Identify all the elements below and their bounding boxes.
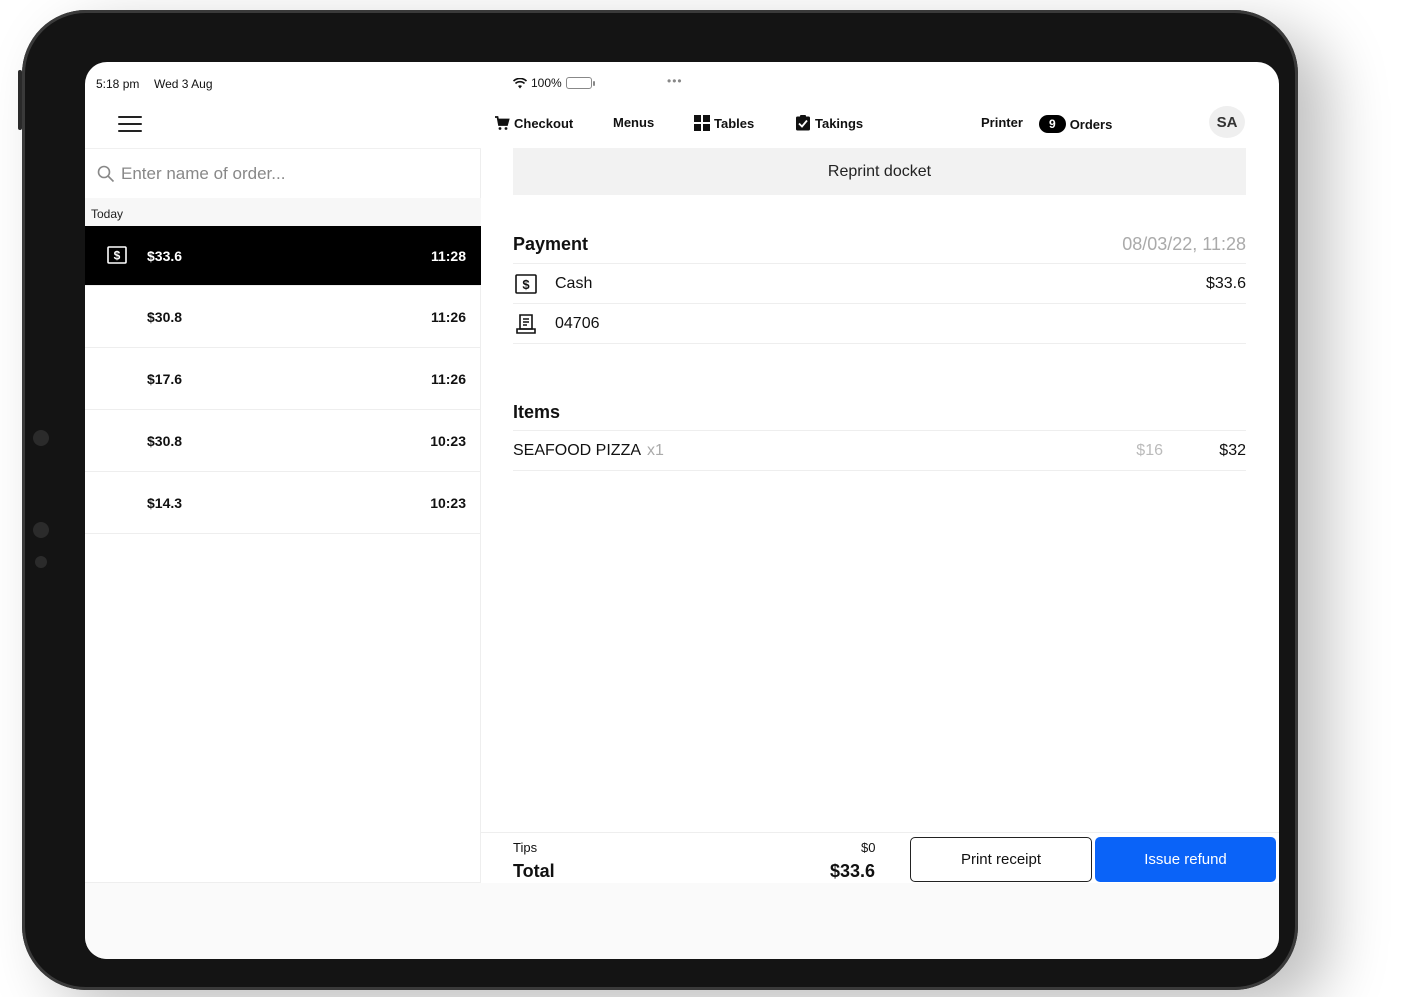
issue-refund-button[interactable]: Issue refund: [1095, 837, 1276, 882]
nav-checkout-label: Checkout: [514, 115, 574, 131]
total-label: Total: [513, 861, 555, 881]
wifi-icon: [513, 77, 527, 88]
print-receipt-button[interactable]: Print receipt: [910, 837, 1092, 882]
nav-takings[interactable]: Takings: [795, 115, 863, 131]
order-row[interactable]: $30.8 11:26: [85, 286, 481, 348]
item-name: SEAFOOD PIZZA: [513, 441, 642, 459]
receipt-number: 04706: [555, 314, 600, 332]
screen: 5:18 pm Wed 3 Aug ••• 100% Checkout Menu…: [85, 62, 1279, 959]
order-amount: $30.8: [147, 432, 183, 449]
receipt-icon: [516, 313, 536, 334]
receipt-number-row: 04706: [513, 303, 1246, 343]
nav-printer-label: Printer: [981, 115, 1023, 130]
sensor-dot: [33, 522, 49, 538]
nav-checkout[interactable]: Checkout: [494, 115, 573, 131]
orders-list: $ $33.6 11:28 $30.8 11:26 $17.6 11:26 $3…: [85, 226, 481, 534]
item-total: $32: [1219, 441, 1246, 459]
status-date: Wed 3 Aug: [154, 77, 213, 91]
item-qty: x1: [647, 441, 664, 459]
order-time: 10:23: [430, 432, 466, 449]
sensor-dot: [35, 556, 47, 568]
order-amount: $30.8: [147, 308, 183, 325]
order-row[interactable]: $ $33.6 11:28: [85, 226, 481, 286]
top-nav: Checkout Menus Tables Takings Printer 9 …: [85, 106, 1279, 148]
orders-count-badge: 9: [1039, 115, 1066, 133]
payment-title: Payment: [513, 234, 589, 254]
search-icon: [97, 165, 115, 182]
nav-orders-label: Orders: [1069, 116, 1113, 132]
cash-icon: $: [515, 273, 537, 294]
svg-text:$: $: [522, 277, 530, 292]
tips-value: $0: [861, 840, 876, 855]
nav-tables-label: Tables: [714, 115, 755, 131]
total-value: $33.6: [830, 861, 876, 881]
clipboard-check-icon: [796, 115, 810, 131]
payment-datetime: 08/03/22, 11:28: [1122, 234, 1246, 254]
nav-orders[interactable]: 9 Orders: [1039, 115, 1112, 133]
items-title: Items: [513, 402, 561, 422]
nav-tables[interactable]: Tables: [694, 115, 754, 131]
search-field[interactable]: Enter name of order...: [85, 148, 481, 198]
order-time: 11:28: [430, 247, 466, 264]
section-label-today: Today: [85, 198, 481, 226]
order-time: 11:26: [430, 370, 466, 387]
order-row[interactable]: $30.8 10:23: [85, 410, 481, 472]
status-bar: 5:18 pm Wed 3 Aug ••• 100%: [85, 62, 1279, 106]
camera-dot: [33, 430, 49, 446]
avatar[interactable]: SA: [1209, 106, 1245, 138]
order-amount: $14.3: [147, 494, 183, 511]
hamburger-menu-icon[interactable]: [118, 113, 142, 133]
cart-icon: [495, 116, 510, 130]
order-row[interactable]: $17.6 11:26: [85, 348, 481, 410]
order-time: 11:26: [430, 308, 466, 325]
order-amount: $17.6: [147, 370, 183, 387]
order-amount: $33.6: [147, 247, 183, 264]
svg-text:$: $: [114, 249, 121, 263]
bottom-area: [85, 883, 1279, 959]
payment-method-row: $ Cash $33.6: [513, 263, 1246, 303]
order-row[interactable]: $14.3 10:23: [85, 472, 481, 534]
nav-menus-label: Menus: [613, 115, 655, 130]
reprint-docket-button[interactable]: Reprint docket: [513, 148, 1246, 195]
payment-amount: $33.6: [1205, 274, 1246, 292]
nav-takings-label: Takings: [815, 115, 864, 131]
status-time: 5:18 pm: [96, 77, 140, 91]
divider: [513, 470, 1246, 471]
grid-icon: [694, 115, 710, 131]
tablet-frame: 5:18 pm Wed 3 Aug ••• 100% Checkout Menu…: [18, 10, 1298, 990]
order-time: 10:23: [430, 494, 466, 511]
battery-charging-icon: [565, 77, 595, 89]
payment-method: Cash: [555, 274, 593, 292]
item-row[interactable]: SEAFOOD PIZZA x1 $16 $32: [513, 430, 1246, 470]
status-right: 100%: [513, 76, 1246, 90]
cash-icon: $: [107, 246, 127, 264]
search-placeholder: Enter name of order...: [121, 163, 286, 183]
nav-menus[interactable]: Menus: [613, 115, 654, 130]
orders-panel: Enter name of order... Today $ $33.6 11:…: [85, 148, 481, 883]
nav-printer[interactable]: Printer: [981, 115, 1023, 130]
item-unit-price: $16: [1136, 441, 1163, 459]
battery-percent: 100%: [531, 76, 562, 90]
divider: [513, 343, 1246, 344]
tips-label: Tips: [513, 840, 538, 855]
